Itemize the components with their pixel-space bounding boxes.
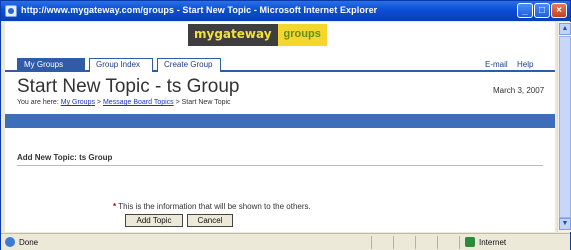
close-button[interactable]: × <box>551 3 567 18</box>
ie-icon <box>5 5 17 17</box>
page-date: March 3, 2007 <box>493 86 545 95</box>
page-done-icon <box>5 237 15 247</box>
header-band <box>5 114 555 128</box>
internet-zone-icon <box>465 237 475 247</box>
section-title: Add New Topic: ts Group <box>17 153 113 162</box>
scroll-up-icon[interactable]: ▲ <box>559 23 571 35</box>
site-banner: mygateway groups <box>5 22 555 50</box>
status-bar: Done Internet <box>1 233 570 250</box>
required-text: This is the information that will be sho… <box>118 202 311 211</box>
zone-text: Internet <box>479 238 507 247</box>
tab-group-index[interactable]: Group Index <box>89 58 153 72</box>
maximize-button[interactable]: □ <box>534 3 550 18</box>
vertical-scrollbar[interactable]: ▲ ▼ <box>557 22 571 232</box>
section-divider <box>17 165 543 166</box>
status-text: Done <box>19 238 39 247</box>
status-divider <box>393 236 394 249</box>
minimize-button[interactable]: _ <box>517 3 533 18</box>
status-divider <box>437 236 438 249</box>
help-link[interactable]: Help <box>517 60 533 69</box>
breadcrumb-current: > Start New Topic <box>175 99 231 106</box>
browser-window: http://www.mygateway.com/groups - Start … <box>0 0 571 250</box>
logo-main-text: mygateway <box>188 24 278 46</box>
site-logo[interactable]: mygateway groups <box>188 24 370 46</box>
title-bar: http://www.mygateway.com/groups - Start … <box>1 1 570 21</box>
status-divider <box>459 236 460 249</box>
page-viewport: mygateway groups My Groups Group Index C… <box>5 22 555 232</box>
page-title: Start New Topic - ts Group <box>17 76 240 97</box>
tab-my-groups[interactable]: My Groups <box>17 58 85 72</box>
scroll-thumb[interactable] <box>559 36 571 218</box>
breadcrumb: You are here: My Groups > Message Board … <box>17 99 231 106</box>
nav-tabs: My Groups Group Index Create Group E-mai… <box>5 58 555 72</box>
breadcrumb-message-board[interactable]: Message Board Topics <box>103 99 174 106</box>
required-star: * <box>113 202 117 211</box>
add-topic-button[interactable]: Add Topic <box>125 214 183 227</box>
mail-link[interactable]: E-mail <box>485 60 508 69</box>
scroll-down-icon[interactable]: ▼ <box>559 218 571 230</box>
status-divider <box>415 236 416 249</box>
window-title: http://www.mygateway.com/groups - Start … <box>21 5 378 15</box>
cancel-button[interactable]: Cancel <box>187 214 233 227</box>
breadcrumb-prefix: You are here: <box>17 99 59 106</box>
status-divider <box>371 236 372 249</box>
breadcrumb-my-groups[interactable]: My Groups <box>61 99 95 106</box>
logo-sub-text: groups <box>277 24 327 46</box>
tab-create-group[interactable]: Create Group <box>157 58 221 72</box>
required-note: * This is the information that will be s… <box>113 202 311 211</box>
